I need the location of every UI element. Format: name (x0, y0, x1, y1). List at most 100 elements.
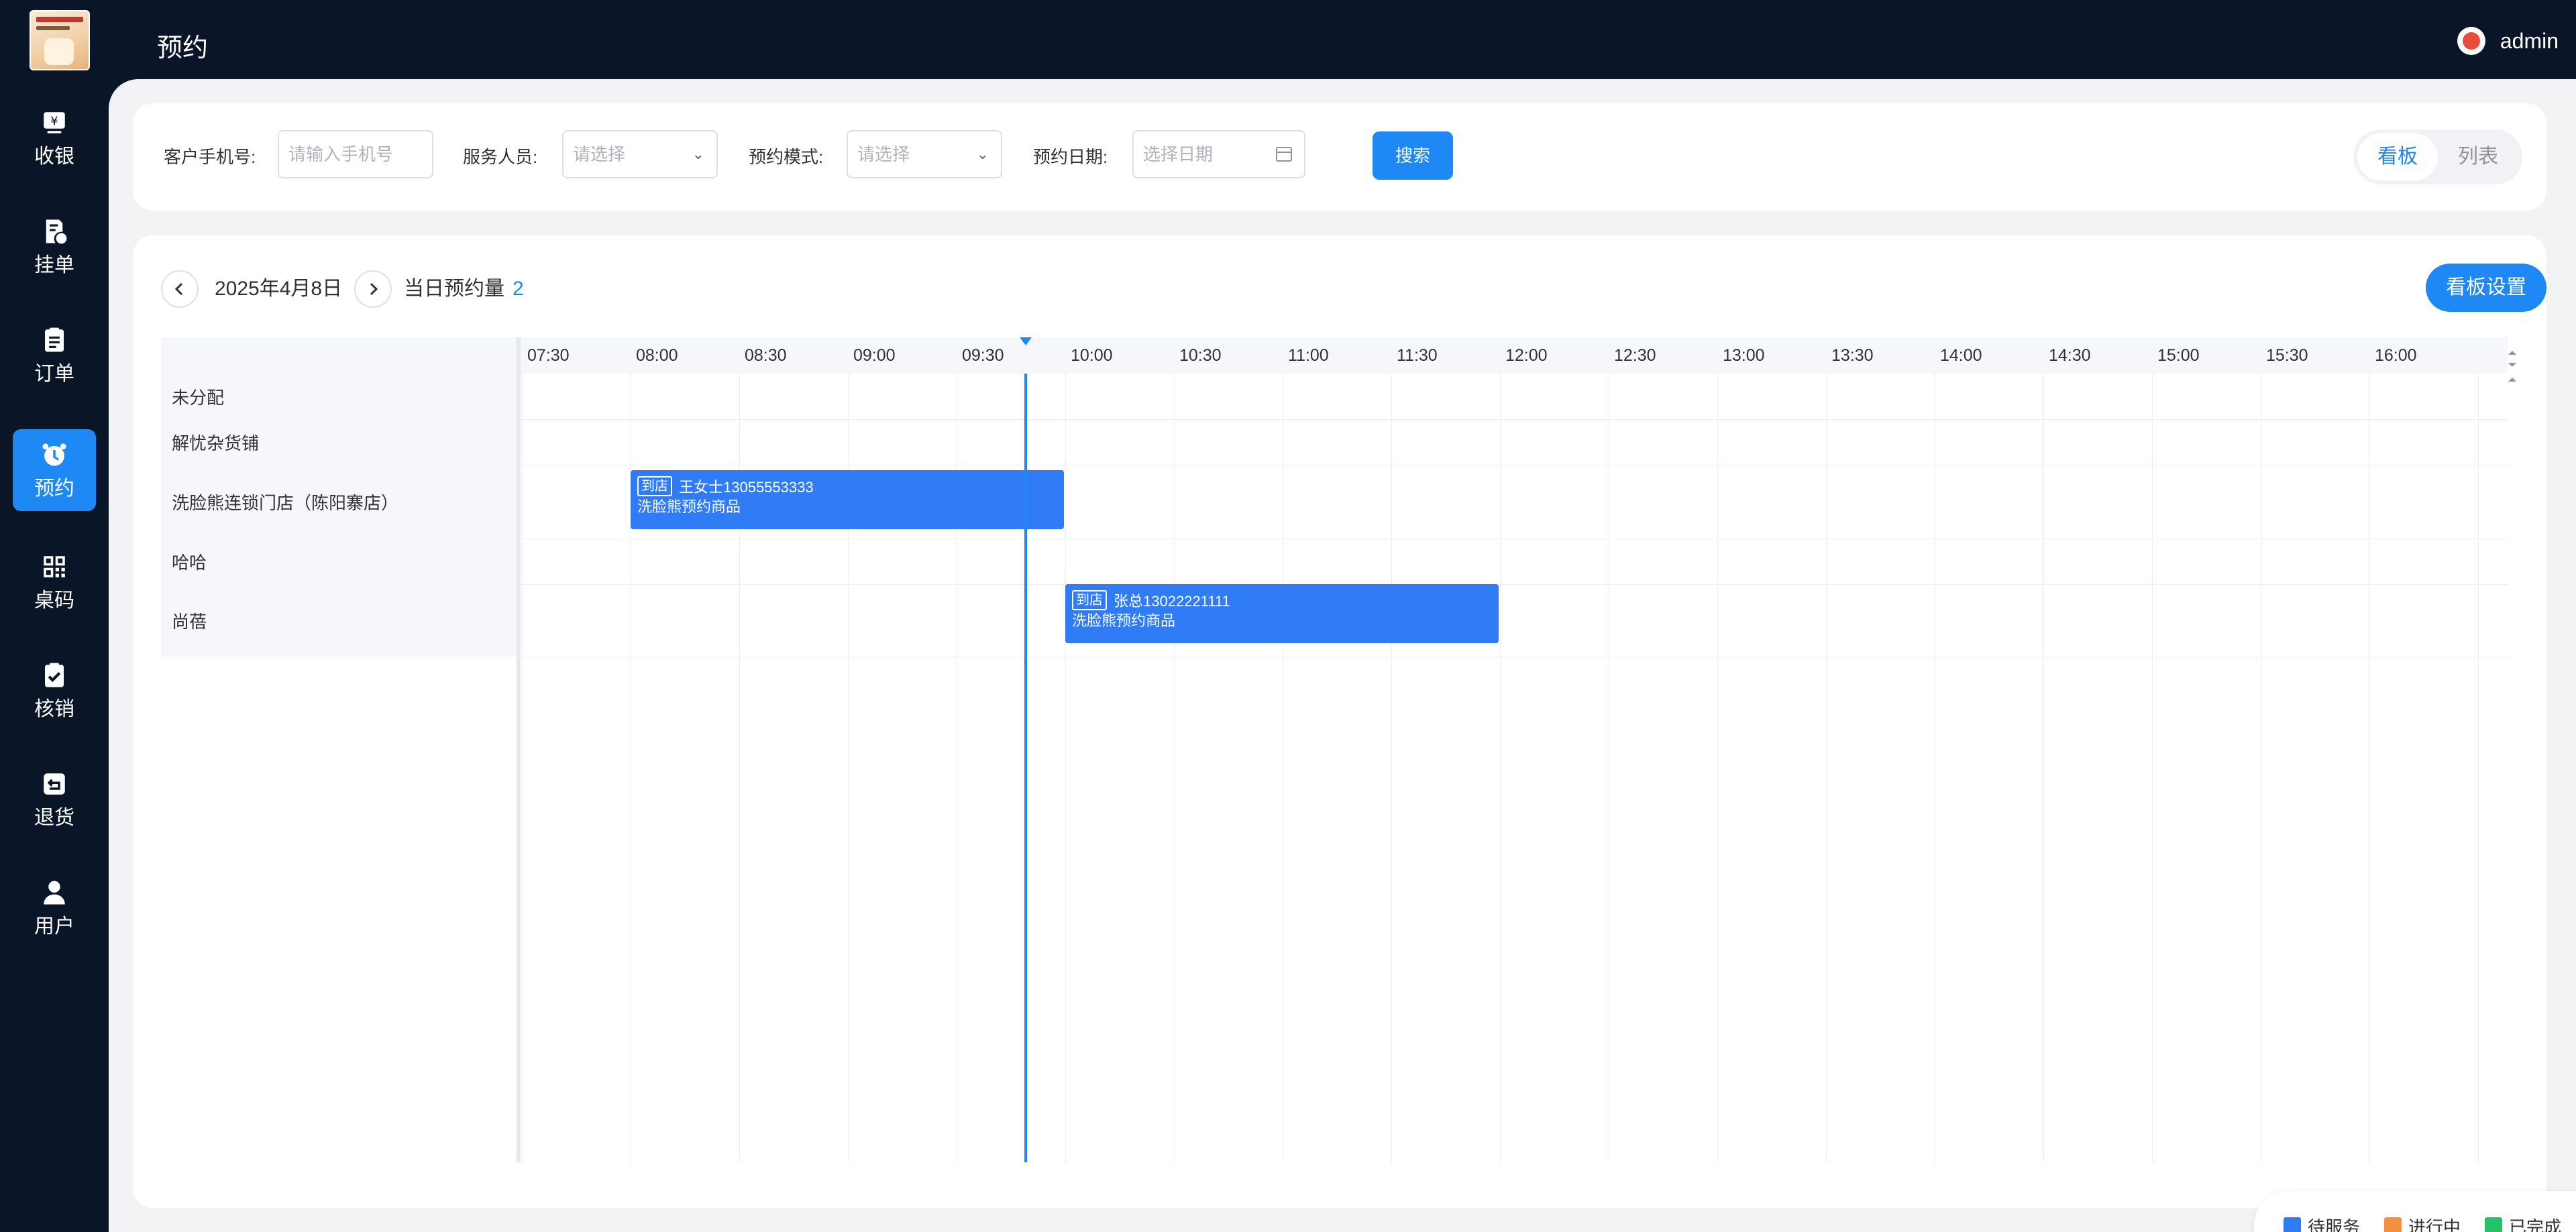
daily-count-label: 当日预约量 (404, 278, 504, 300)
date-picker[interactable]: 选择日期 (1132, 130, 1305, 178)
appointment-card[interactable]: 到店 张总13022221111 洗脸熊预约商品 (1065, 584, 1499, 643)
qr-code-icon (40, 552, 69, 581)
vertical-scroll-arrows[interactable] (2505, 340, 2520, 382)
legend-swatch (2485, 1217, 2503, 1232)
sidebar-item-label: 收银 (34, 146, 74, 168)
time-tick: 13:00 (1723, 346, 1765, 365)
sidebar-item-orders[interactable]: 订单 (13, 315, 96, 396)
time-tick: 09:00 (853, 346, 896, 365)
store-logo (30, 10, 90, 70)
grid-row-line (521, 584, 2508, 585)
resource-row-label: 未分配 (161, 374, 517, 419)
sidebar-item-label: 桌码 (34, 590, 74, 612)
time-tick: 11:00 (1288, 346, 1329, 365)
legend-item-pending: 待服务 (2284, 1214, 2360, 1232)
grid-column-line (1065, 374, 1066, 1162)
schedule-board: 2025年4月8日 当日预约量 2 看板设置 07:30 08:00 08:30 09… (133, 235, 2546, 1208)
sidebar-item-pending-order[interactable]: 挂单 (13, 206, 96, 288)
appointment-service: 洗脸熊预约商品 (1072, 612, 1176, 629)
time-tick: 08:00 (636, 346, 678, 365)
appointment-card[interactable]: 到店 王女士13055553333 洗脸熊预约商品 (631, 470, 1064, 529)
sidebar-item-label: 订单 (34, 363, 74, 385)
filter-bar: 客户手机号: 请输入手机号 服务人员: 请选择 ⌄ 预约模式: 请选择 ⌄ 预约… (133, 103, 2546, 211)
user-menu[interactable]: admin (2457, 27, 2559, 55)
legend-label: 待服务 (2308, 1217, 2361, 1232)
check-clipboard-icon (40, 661, 69, 690)
svg-text:¥: ¥ (50, 115, 58, 129)
time-tick: 10:00 (1071, 346, 1113, 365)
search-button[interactable]: 搜索 (1373, 131, 1453, 180)
time-tick: 13:30 (1831, 346, 1874, 365)
mode-label: 预约模式: (749, 147, 824, 167)
time-tick: 16:00 (2375, 346, 2417, 365)
staff-placeholder: 请选择 (573, 144, 626, 164)
phone-placeholder: 请输入手机号 (288, 144, 394, 164)
order-clipboard-icon (40, 325, 69, 355)
resource-row-label: 哈哈 (161, 539, 517, 584)
tab-list[interactable]: 列表 (2438, 133, 2518, 180)
resource-row-label: 尚蓓 (161, 584, 517, 657)
staff-label: 服务人员: (463, 147, 538, 167)
time-tick: 11:30 (1397, 346, 1438, 365)
prev-day-button[interactable] (161, 270, 199, 308)
time-tick: 10:30 (1179, 346, 1222, 365)
board-date: 2025年4月8日 (215, 278, 343, 300)
user-icon (40, 878, 69, 907)
next-day-button[interactable] (354, 270, 392, 308)
time-tick: 07:30 (527, 346, 570, 365)
sidebar-item-users[interactable]: 用户 (13, 867, 96, 949)
sidebar-item-returns[interactable]: 退货 (13, 759, 96, 840)
staff-select[interactable]: 请选择 ⌄ (562, 130, 718, 178)
top-header: 预约 admin (109, 0, 2576, 79)
grid-column-line (2478, 374, 2479, 1162)
time-tick: 12:30 (1614, 346, 1656, 365)
grid-corner (161, 337, 517, 374)
avatar[interactable] (2457, 27, 2485, 55)
page-title: 预约 (157, 34, 209, 62)
grid-divider (517, 337, 521, 1162)
appointment-customer: 张总13022221111 (1114, 593, 1230, 610)
sidebar-item-label: 挂单 (34, 254, 74, 276)
resource-row-label: 解忧杂货铺 (161, 419, 517, 465)
resource-row-label: 洗脸熊连锁门店（陈阳寨店） (161, 465, 517, 539)
mode-placeholder: 请选择 (857, 144, 910, 164)
legend-swatch (2284, 1217, 2301, 1232)
legend-swatch (2384, 1217, 2402, 1232)
chevron-right-icon (370, 282, 378, 296)
sidebar-item-cashier[interactable]: ¥ 收银 (13, 97, 96, 179)
main-content: 客户手机号: 请输入手机号 服务人员: 请选择 ⌄ 预约模式: 请选择 ⌄ 预约… (109, 79, 2576, 1232)
legend-label: 进行中 (2408, 1217, 2461, 1232)
sidebar-item-verify[interactable]: 核销 (13, 650, 96, 732)
tab-board[interactable]: 看板 (2357, 133, 2438, 180)
grid-column-line (2369, 374, 2370, 1162)
date-label: 预约日期: (1033, 147, 1108, 167)
grid-column-line (1174, 374, 1175, 1162)
daily-count-value: 2 (513, 278, 524, 300)
time-tick: 14:00 (1940, 346, 1982, 365)
legend-item-completed: 已完成 (2485, 1214, 2561, 1232)
cashier-icon: ¥ (40, 108, 69, 137)
legend-item-in-progress: 进行中 (2384, 1214, 2461, 1232)
current-time-line (1024, 374, 1027, 1162)
sidebar-item-table-code[interactable]: 桌码 (13, 541, 96, 623)
time-tick: 15:30 (2266, 346, 2308, 365)
sidebar-item-label: 用户 (34, 915, 74, 938)
alarm-clock-icon (40, 440, 69, 469)
grid-column-line (2152, 374, 2153, 1162)
sidebar-item-appointments[interactable]: 预约 (13, 429, 96, 511)
grid-row-line (521, 419, 2508, 420)
appointment-customer: 王女士13055553333 (679, 479, 814, 496)
time-tick: 12:00 (1505, 346, 1548, 365)
time-tick: 15:00 (2157, 346, 2200, 365)
phone-input[interactable]: 请输入手机号 (278, 130, 433, 178)
current-time-marker (1019, 337, 1032, 345)
sidebar-item-label: 退货 (34, 807, 74, 829)
mode-select[interactable]: 请选择 ⌄ (847, 130, 1002, 178)
appointment-service: 洗脸熊预约商品 (637, 498, 741, 515)
sidebar-item-label: 预约 (34, 478, 74, 500)
board-settings-button[interactable]: 看板设置 (2426, 264, 2546, 312)
time-tick: 08:30 (745, 346, 787, 365)
visit-type-tag: 到店 (637, 476, 672, 496)
grid-column-line (1826, 374, 1827, 1162)
user-name[interactable]: admin (2500, 29, 2559, 54)
